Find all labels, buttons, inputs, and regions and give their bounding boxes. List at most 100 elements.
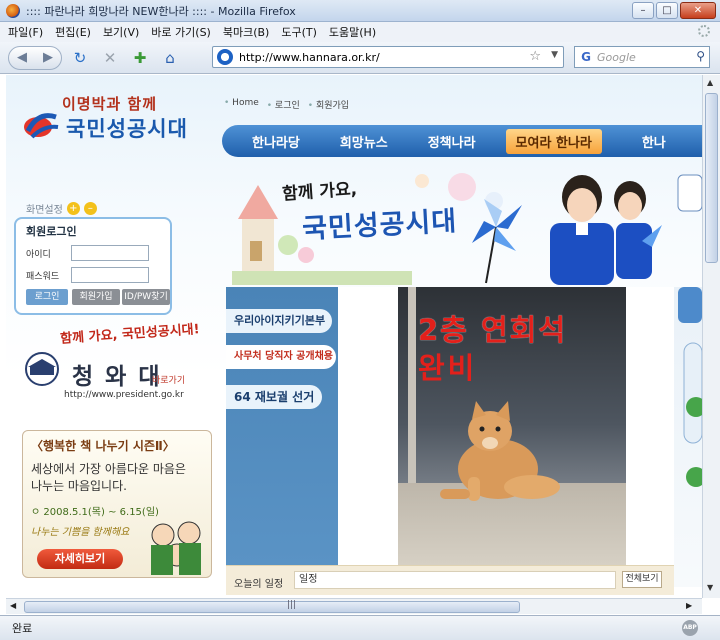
- search-icon[interactable]: ⚲: [696, 49, 705, 63]
- address-bar[interactable]: http://www.hannara.or.kr/ ☆ ▼: [212, 46, 564, 68]
- menu-by-election[interactable]: 64 재보궐 선거: [226, 385, 322, 409]
- top-links: Home 로그인 회원가입: [224, 98, 349, 111]
- search-box[interactable]: G Google ⚲: [574, 46, 710, 68]
- cat-image: [440, 401, 560, 501]
- zoom-in-icon[interactable]: +: [66, 202, 80, 215]
- window-sign-line2: 완비: [418, 351, 478, 385]
- menu-edit[interactable]: 편집(E): [55, 24, 91, 40]
- banner-title: 국민성공시대: [301, 205, 458, 246]
- logo-title[interactable]: 국민성공시대: [66, 113, 188, 143]
- new-tab-icon[interactable]: ✚: [128, 47, 152, 69]
- scroll-left-icon[interactable]: ◀: [10, 601, 16, 610]
- main-navigation: 한나라당 희망뉴스 정책나라 모여라 한나라 한나: [222, 125, 702, 157]
- menu-bookmarks[interactable]: 북마크(B): [223, 24, 270, 40]
- nav-gather[interactable]: 모여라 한나라: [505, 128, 602, 154]
- cat-photo[interactable]: 2층 연회석 완비: [398, 287, 626, 565]
- firefox-icon: [6, 3, 20, 18]
- menu-file[interactable]: 파일(F): [8, 24, 43, 40]
- link-login[interactable]: 로그인: [267, 98, 300, 111]
- right-column-banners: [674, 287, 702, 587]
- navigation-toolbar: ◀ ▶ ↻ ✕ ✚ ⌂ http://www.hannara.or.kr/ ☆ …: [0, 42, 720, 74]
- book-sharing-box: 〈행복한 책 나누기 시즌Ⅱ〉 세상에서 가장 아름다운 마음은 나누는 마음입…: [22, 430, 212, 578]
- menu-staff-recruit[interactable]: 사무처 당직자 공개채용: [226, 345, 336, 369]
- login-title: 회원로그인: [26, 225, 77, 238]
- maximize-button[interactable]: □: [656, 2, 678, 19]
- scroll-down-icon[interactable]: ▼: [707, 583, 713, 592]
- schedule-field[interactable]: 일정: [294, 571, 616, 589]
- minimize-button[interactable]: –: [632, 2, 654, 19]
- menu-bar: 파일(F) 편집(E) 보기(V) 바로 가기(S) 북마크(B) 도구(T) …: [0, 22, 720, 42]
- nav-hannaradang[interactable]: 한나라당: [252, 132, 300, 151]
- banner-slogan: 함께 가요,: [281, 179, 358, 205]
- nav-more[interactable]: 한나: [642, 132, 666, 151]
- password-label: 패스워드: [26, 272, 60, 282]
- status-text: 완료: [12, 622, 33, 635]
- url-dropdown-icon[interactable]: ▼: [551, 50, 558, 60]
- screen-setting: 화면설정 + –: [26, 201, 97, 216]
- web-page: 이명박과 함께 국민성공시대 Home 로그인 회원가입 한나라당 희망뉴스 정…: [6, 75, 702, 598]
- search-placeholder[interactable]: Google: [597, 51, 636, 64]
- window-controls: – □ ✕: [632, 2, 716, 19]
- password-input[interactable]: [71, 267, 149, 283]
- book-line1: 세상에서 가장 아름다운 마음은: [31, 462, 186, 476]
- menu-go[interactable]: 바로 가기(S): [151, 24, 211, 40]
- menu-child-protection[interactable]: 우리아이지키기본부: [226, 309, 332, 333]
- join-button[interactable]: 회원가입: [72, 289, 120, 305]
- google-engine-icon[interactable]: G: [575, 50, 597, 64]
- scroll-up-icon[interactable]: ▲: [707, 78, 713, 87]
- id-label: 아이디: [26, 250, 51, 260]
- adblock-icon[interactable]: ABP: [682, 620, 698, 636]
- today-schedule: 오늘의 일정 일정 전체보기: [226, 565, 674, 595]
- forward-arrow-icon[interactable]: ▶: [43, 50, 53, 65]
- url-text[interactable]: http://www.hannara.or.kr/: [239, 51, 380, 64]
- menu-help[interactable]: 도움말(H): [329, 24, 376, 40]
- book-handwriting: 나누는 기쁨을 함께해요: [31, 527, 130, 538]
- cheongwadae-url[interactable]: http://www.president.go.kr: [64, 390, 184, 400]
- nav-news[interactable]: 희망뉴스: [340, 132, 388, 151]
- zoom-out-icon[interactable]: –: [83, 202, 97, 215]
- link-home[interactable]: Home: [224, 98, 259, 111]
- id-input[interactable]: [71, 245, 149, 261]
- back-arrow-icon[interactable]: ◀: [17, 50, 27, 65]
- window-sign-line1: 2층 연회석: [418, 313, 567, 347]
- site-favicon-icon: [217, 49, 233, 65]
- scroll-grip-icon: |||: [287, 600, 297, 610]
- window-frame: [408, 287, 416, 483]
- book-heading: 〈행복한 책 나누기 시즌Ⅱ〉: [31, 439, 175, 453]
- stop-icon[interactable]: ✕: [98, 47, 122, 69]
- cheongwadae-slogan[interactable]: 함께 가요, 국민성공시대!: [60, 318, 200, 347]
- screen-setting-label: 화면설정: [26, 205, 63, 216]
- menu-tools[interactable]: 도구(T): [281, 24, 317, 40]
- horizontal-scrollbar[interactable]: ◀ ||| ▶: [6, 598, 702, 614]
- party-logo-icon[interactable]: [22, 107, 62, 141]
- bookmark-star-icon[interactable]: ☆: [529, 49, 541, 64]
- schedule-label: 오늘의 일정: [234, 579, 284, 590]
- view-all-button[interactable]: 전체보기: [622, 571, 662, 588]
- scroll-right-icon[interactable]: ▶: [686, 601, 692, 610]
- horizontal-scroll-thumb[interactable]: |||: [24, 600, 520, 613]
- link-join[interactable]: 회원가입: [308, 98, 349, 111]
- book-line2: 나누는 마음입니다.: [31, 479, 127, 493]
- logo-slogan[interactable]: 이명박과 함께: [62, 93, 157, 114]
- feature-menu: 우리아이지키기본부 사무처 당직자 공개채용 64 재보궐 선거: [226, 287, 338, 565]
- menu-view[interactable]: 보기(V): [103, 24, 139, 40]
- window-title: :::: 파란나라 희망나라 NEW한나라 :::: - Mozilla Fir…: [26, 4, 296, 18]
- cheongwadae-shortcut[interactable]: 바로가기: [152, 373, 185, 386]
- home-icon[interactable]: ⌂: [158, 47, 182, 69]
- detail-button[interactable]: 자세히보기: [37, 549, 123, 569]
- back-forward-buttons[interactable]: ◀ ▶: [8, 45, 62, 70]
- cheongwadae-emblem-icon[interactable]: [20, 351, 64, 387]
- title-bar: :::: 파란나라 희망나라 NEW한나라 :::: - Mozilla Fir…: [0, 0, 720, 22]
- book-message: 세상에서 가장 아름다운 마음은 나누는 마음입니다.: [31, 461, 209, 495]
- login-box: 회원로그인 아이디 패스워드 로그인 회원가입 ID/PW찾기: [14, 217, 172, 315]
- cheongwadae-name[interactable]: 청 와 대: [72, 357, 162, 391]
- vertical-scroll-thumb[interactable]: [705, 93, 718, 263]
- throbber-icon: [698, 25, 710, 37]
- reload-icon[interactable]: ↻: [68, 47, 92, 69]
- vertical-scrollbar[interactable]: ▲ ▼: [702, 75, 720, 598]
- login-button[interactable]: 로그인: [26, 289, 68, 305]
- nav-policy[interactable]: 정책나라: [428, 132, 476, 151]
- close-button[interactable]: ✕: [680, 2, 716, 19]
- status-bar: 완료 ABP: [0, 615, 720, 640]
- find-id-pw-button[interactable]: ID/PW찾기: [122, 289, 170, 305]
